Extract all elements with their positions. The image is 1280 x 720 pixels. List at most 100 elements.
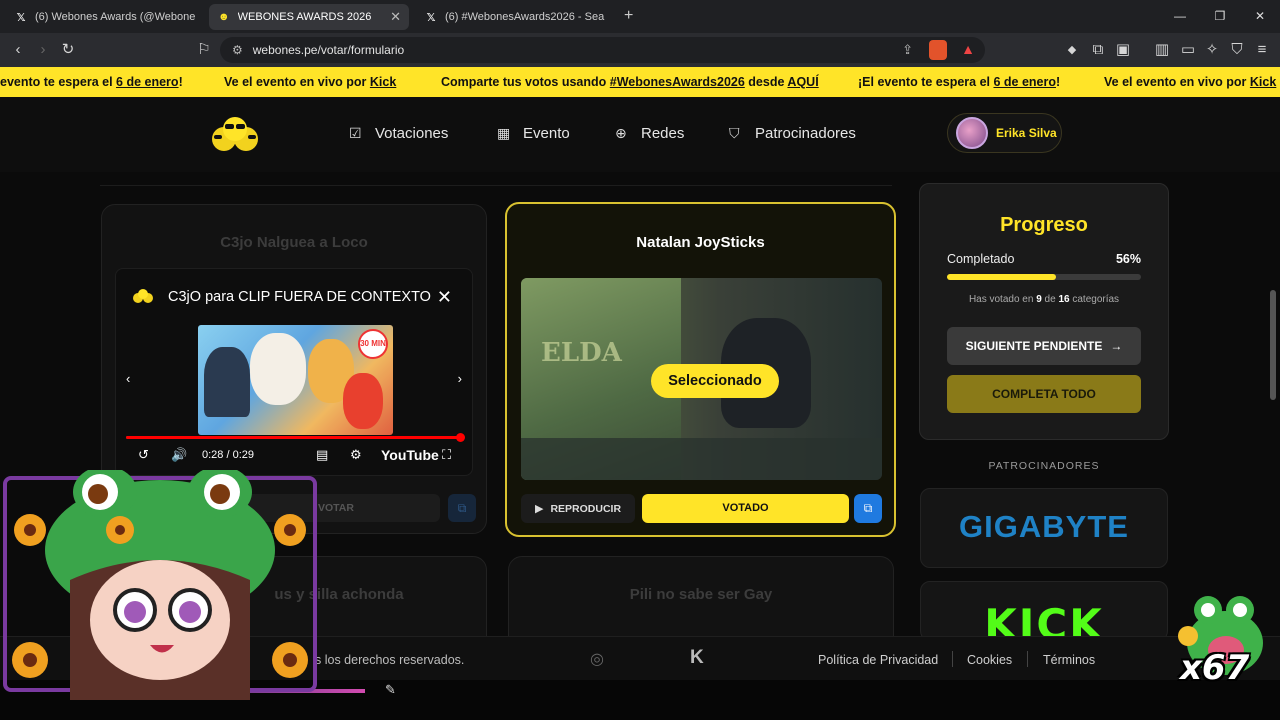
ticker-link[interactable]: 6 de enero	[993, 75, 1056, 89]
volume-icon[interactable]: 🔊	[171, 447, 187, 463]
nominee-title: Natalan JoySticks	[636, 234, 765, 251]
user-profile-chip[interactable]: Erika Silva	[947, 113, 1062, 153]
vote-summary: Has votado en 9 de 16 categorías	[920, 294, 1168, 305]
external-link-icon[interactable]: ⧉	[854, 494, 882, 523]
ballot-icon: ☑	[349, 125, 362, 141]
back-icon[interactable]: ‹	[8, 40, 28, 60]
cartoon-character	[343, 373, 383, 429]
emote-icon: ✎	[385, 682, 396, 697]
nav-redes[interactable]: ⊕ Redes	[615, 125, 684, 142]
privacy-link[interactable]: Política de Privacidad	[818, 653, 938, 667]
site-header: ☑ Votaciones ▦ Evento ⊕ Redes ⛉ Patrocinador…	[0, 97, 1280, 172]
next-arrow-icon[interactable]: ›	[458, 371, 462, 386]
nav-label: Evento	[523, 125, 570, 142]
ticker-text: Ve el evento en vivo por	[1104, 75, 1250, 89]
gigabyte-logo: GIGABYTE	[959, 509, 1129, 544]
next-pending-button[interactable]: SIGUIENTE PENDIENTE →	[947, 327, 1141, 365]
gigabyte-small-icon: ◎	[590, 651, 604, 668]
video-progress-knob[interactable]	[455, 433, 465, 442]
nav-patrocinadores[interactable]: ⛉ Patrocinadores	[729, 125, 856, 142]
scrollbar-thumb[interactable]	[1270, 290, 1276, 400]
nav-votaciones[interactable]: ☑ Votaciones	[349, 125, 448, 142]
ticker-text: evento te espera el	[0, 75, 117, 89]
tab-label: (6) Webones Awards (@WebonesMC	[35, 11, 195, 23]
progress-bar-fill	[947, 274, 1056, 280]
webones-logo[interactable]	[208, 113, 262, 153]
close-tab-icon[interactable]: ✕	[390, 9, 401, 25]
progress-panel: Progreso Completado 56% Has votado en 9 …	[919, 183, 1169, 440]
cookies-link[interactable]: Cookies	[967, 653, 1012, 667]
prev-arrow-icon[interactable]: ‹	[126, 371, 130, 386]
new-tab-button[interactable]: +	[624, 7, 633, 25]
ticker-link[interactable]: Kick	[1250, 75, 1276, 89]
url-text: webones.pe/votar/formulario	[252, 43, 405, 57]
summary-text: Has votado en	[968, 294, 1037, 305]
close-icon[interactable]: ✕	[437, 287, 452, 308]
leo-ai-icon[interactable]: ✧	[1202, 40, 1222, 60]
nav-evento[interactable]: ▦ Evento	[497, 125, 570, 142]
nominee-card-natalan[interactable]: Natalan JoySticks ELDA Seleccionado ▶ REP…	[505, 202, 896, 537]
voted-button[interactable]: VOTADO	[642, 494, 849, 523]
settings-icon[interactable]: ⚙	[350, 447, 362, 463]
video-thumbnail[interactable]: ELDA Seleccionado	[521, 278, 882, 480]
avatar	[956, 117, 988, 149]
extension-diamond-icon[interactable]: ◆	[1062, 40, 1082, 60]
browser-toolbar: ‹ › ↻ ⚐ ⚙ webones.pe/votar/formulario ⇪ …	[0, 33, 1280, 67]
ticker-text: desde	[744, 75, 788, 89]
webones-icon: ☻	[218, 11, 230, 23]
ticker-link[interactable]: AQUÍ	[787, 75, 818, 89]
ticker-item: ¡El evento te espera el 6 de enero!	[858, 75, 1060, 89]
progress-title: Progreso	[1000, 214, 1088, 236]
terms-link[interactable]: Términos	[1043, 653, 1095, 667]
kick-small-icon: K	[690, 647, 704, 668]
tab-webones-twitter[interactable]: 𝕏 (6) Webones Awards (@WebonesMC	[6, 4, 204, 30]
user-name: Erika Silva	[996, 126, 1057, 140]
external-link-icon[interactable]: ⧉	[448, 494, 476, 522]
wallet-icon[interactable]: ▭	[1178, 40, 1198, 60]
site-info-icon[interactable]: ⚙	[232, 43, 243, 57]
forward-icon[interactable]: ›	[33, 40, 53, 60]
ticker-link[interactable]: #WebonesAwards2026	[610, 75, 745, 89]
nav-label: Redes	[641, 125, 685, 142]
bookmark-icon[interactable]: ⚐	[194, 40, 214, 60]
ticker-link[interactable]: Kick	[370, 75, 396, 89]
summary-text: de	[1041, 294, 1059, 305]
extensions-icon[interactable]: ⧉	[1088, 40, 1108, 60]
replay-icon[interactable]: ↺	[138, 447, 149, 463]
game-hud	[521, 438, 882, 480]
sponsor-kick[interactable]: KICK	[920, 581, 1168, 649]
handshake-icon: ⛉	[729, 125, 740, 141]
sponsor-gigabyte[interactable]: GIGABYTE	[920, 488, 1168, 568]
brave-rewards-icon[interactable]: ▲	[961, 41, 975, 57]
vpn-icon[interactable]: ⛉	[1227, 40, 1247, 60]
brave-shield-icon[interactable]	[929, 40, 947, 60]
youtube-logo[interactable]: YouTube	[381, 447, 439, 463]
complete-all-button[interactable]: COMPLETA TODO	[947, 375, 1141, 413]
play-label: REPRODUCIR	[550, 502, 622, 515]
tab-webones-awards[interactable]: ☻ WEBONES AWARDS 2026 ✕	[209, 4, 409, 30]
ticker-text: Comparte tus votos usando	[441, 75, 610, 89]
reader-icon[interactable]: ▣	[1113, 40, 1133, 60]
game-logo: ELDA	[541, 338, 622, 368]
subtitles-icon[interactable]: ▤	[316, 447, 328, 463]
restore-button[interactable]: ❐	[1200, 0, 1240, 33]
tab-label: (6) #WebonesAwards2026 - Search /	[445, 11, 605, 23]
menu-icon[interactable]: ≡	[1252, 40, 1272, 60]
tab-hashtag-search[interactable]: 𝕏 (6) #WebonesAwards2026 - Search /	[416, 4, 616, 30]
window-controls: — ❐ ✕	[1160, 0, 1280, 33]
play-button[interactable]: ▶ REPRODUCIR	[521, 494, 635, 523]
reload-icon[interactable]: ↻	[58, 40, 78, 60]
globe-icon: ⊕	[615, 125, 627, 141]
video-progress-track[interactable]	[126, 433, 465, 442]
ticker-link[interactable]: 6 de enero	[116, 75, 179, 89]
minimize-button[interactable]: —	[1160, 0, 1200, 33]
video-time: 0:28 / 0:29	[202, 449, 254, 461]
share-icon[interactable]: ⇪	[902, 42, 913, 58]
address-bar[interactable]: ⚙ webones.pe/votar/formulario ⇪ ▲	[220, 37, 985, 63]
sidebar-icon[interactable]: ▥	[1152, 40, 1172, 60]
video-thumbnail[interactable]: 30 MIN	[198, 325, 393, 435]
progress-bar	[947, 274, 1141, 280]
close-window-button[interactable]: ✕	[1240, 0, 1280, 33]
sponsors-heading: PATROCINADORES	[988, 460, 1100, 472]
fullscreen-icon[interactable]: ⛶	[442, 447, 451, 463]
